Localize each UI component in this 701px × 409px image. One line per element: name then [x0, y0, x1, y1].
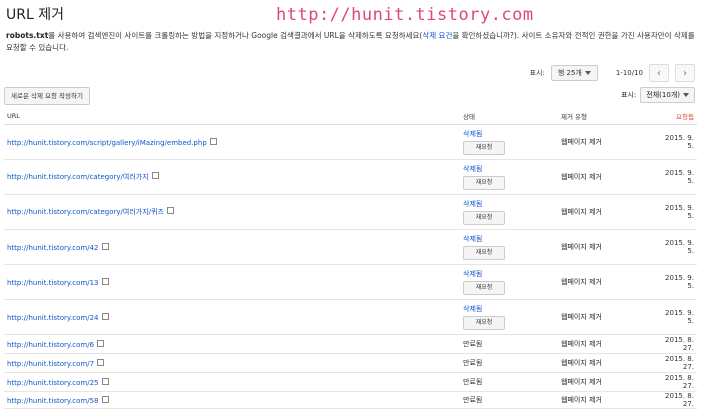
row-url-link[interactable]: http://hunit.tistory.com/25 [7, 379, 99, 387]
table-row: http://hunit.tistory.com/25 만료됨 웹페이지 제거 … [4, 372, 697, 392]
description-text: 를 사용하여 검색엔진이 사이트를 크롤링하는 방법을 지정하거나 Google… [48, 31, 423, 40]
status-text: 만료됨 [460, 391, 558, 409]
chevron-left-icon: ‹ [657, 67, 661, 79]
prev-page-button[interactable]: ‹ [649, 64, 669, 82]
row-url-link[interactable]: http://hunit.tistory.com/category/여러가지/퀴… [7, 208, 164, 216]
status-link[interactable]: 삭제됨 [463, 269, 555, 279]
request-date: 2015. 8. 27. [654, 391, 697, 409]
filter-select[interactable]: 전체(10개) [640, 87, 695, 103]
removal-type: 웹페이지 제거 [558, 334, 654, 354]
rows-per-page-label: 표시: [529, 69, 545, 77]
removal-requirements-link[interactable]: 삭제 요건 [422, 31, 452, 40]
table-row: http://hunit.tistory.com/category/여러가지 삭… [4, 159, 697, 195]
table-row: http://hunit.tistory.com/24 삭제됨재요청 웹페이지 … [4, 299, 697, 335]
table-row: http://hunit.tistory.com/13 삭제됨재요청 웹페이지 … [4, 264, 697, 300]
resubmit-button[interactable]: 재요청 [463, 281, 505, 295]
removal-type: 웹페이지 제거 [558, 159, 654, 195]
resubmit-button[interactable]: 재요청 [463, 211, 505, 225]
request-date: 2015. 8. 27. [654, 334, 697, 354]
watermark-text: http://hunit.tistory.com [276, 5, 534, 25]
removal-type: 웹페이지 제거 [558, 229, 654, 265]
request-date: 2015. 9. 5. [654, 264, 697, 300]
row-url-link[interactable]: http://hunit.tistory.com/script/gallery/… [7, 139, 207, 147]
status-text: 만료됨 [460, 353, 558, 373]
page-description: robots.txt를 사용하여 검색엔진이 사이트를 크롤링하는 방법을 지정… [6, 30, 696, 54]
column-header-url[interactable]: URL [4, 108, 460, 125]
row-url-link[interactable]: http://hunit.tistory.com/6 [7, 341, 94, 349]
resubmit-button[interactable]: 재요청 [463, 246, 505, 260]
removal-type: 웹페이지 제거 [558, 391, 654, 409]
robots-txt-link[interactable]: robots.txt [6, 31, 48, 40]
status-text: 만료됨 [460, 372, 558, 392]
table-row: http://hunit.tistory.com/6 만료됨 웹페이지 제거 2… [4, 334, 697, 354]
row-url-link[interactable]: http://hunit.tistory.com/category/여러가지 [7, 173, 149, 181]
removal-type: 웹페이지 제거 [558, 194, 654, 230]
resubmit-button[interactable]: 재요청 [463, 141, 505, 155]
table-row: http://hunit.tistory.com/category/여러가지/퀴… [4, 194, 697, 230]
chevron-down-icon [584, 71, 591, 75]
row-url-link[interactable]: http://hunit.tistory.com/58 [7, 397, 99, 405]
column-header-status[interactable]: 상태 [460, 108, 558, 125]
external-link-icon[interactable] [97, 339, 105, 347]
page-range: 1-10/10 [615, 69, 643, 77]
column-header-date[interactable]: 요청됨 [654, 108, 697, 125]
request-date: 2015. 9. 5. [654, 299, 697, 335]
row-url-link[interactable]: http://hunit.tistory.com/24 [7, 314, 99, 322]
status-link[interactable]: 삭제됨 [463, 199, 555, 209]
status-link[interactable]: 삭제됨 [463, 129, 555, 139]
external-link-icon[interactable] [166, 207, 174, 214]
status-link[interactable]: 삭제됨 [463, 234, 555, 244]
next-page-button[interactable]: › [675, 64, 695, 82]
column-header-type[interactable]: 제거 유형 [558, 108, 654, 125]
resubmit-button[interactable]: 재요청 [463, 316, 505, 330]
external-link-icon[interactable] [101, 277, 109, 285]
external-link-icon[interactable] [101, 242, 109, 250]
filter-label: 표시: [621, 91, 637, 99]
row-url-link[interactable]: http://hunit.tistory.com/7 [7, 360, 94, 368]
status-link[interactable]: 삭제됨 [463, 164, 555, 174]
pagination-bar: 표시: 행 25개 1-10/10 ‹ › [530, 64, 695, 82]
filter-value: 전체(10개) [646, 91, 680, 99]
table-row: http://hunit.tistory.com/42 삭제됨재요청 웹페이지 … [4, 229, 697, 265]
request-date: 2015. 9. 5. [654, 194, 697, 230]
table-row: http://hunit.tistory.com/7 만료됨 웹페이지 제거 2… [4, 353, 697, 373]
external-link-icon[interactable] [209, 137, 217, 145]
chevron-down-icon [683, 93, 689, 97]
status-text: 만료됨 [460, 334, 558, 354]
new-removal-request-button[interactable]: 새로운 삭제 요청 작성하기 [4, 87, 90, 105]
external-link-icon[interactable] [101, 312, 109, 320]
table-row: http://hunit.tistory.com/script/gallery/… [4, 124, 697, 160]
request-date: 2015. 9. 5. [654, 159, 697, 195]
removal-type: 웹페이지 제거 [558, 264, 654, 300]
request-date: 2015. 8. 27. [654, 353, 697, 373]
rows-per-page-value: 행 25개 [557, 69, 582, 77]
row-url-link[interactable]: http://hunit.tistory.com/13 [7, 279, 99, 287]
removal-type: 웹페이지 제거 [558, 299, 654, 335]
request-date: 2015. 8. 27. [654, 372, 697, 392]
removal-requests-table: URL 상태 제거 유형 요청됨 http://hunit.tistory.co… [4, 108, 697, 409]
row-url-link[interactable]: http://hunit.tistory.com/42 [7, 244, 99, 252]
page-title: URL 제거 [6, 7, 64, 23]
external-link-icon[interactable] [101, 377, 109, 385]
status-filter: 표시: 전체(10개) [621, 87, 695, 103]
chevron-right-icon: › [683, 67, 687, 79]
table-row: http://hunit.tistory.com/58 만료됨 웹페이지 제거 … [4, 391, 697, 409]
resubmit-button[interactable]: 재요청 [463, 176, 505, 190]
request-date: 2015. 9. 5. [654, 229, 697, 265]
removal-type: 웹페이지 제거 [558, 124, 654, 160]
external-link-icon[interactable] [151, 172, 159, 179]
removal-type: 웹페이지 제거 [558, 372, 654, 392]
rows-per-page-select[interactable]: 행 25개 [550, 65, 598, 81]
external-link-icon[interactable] [101, 395, 109, 403]
request-date: 2015. 9. 5. [654, 124, 697, 160]
toolbar: 새로운 삭제 요청 작성하기 표시: 전체(10개) [4, 87, 695, 105]
removal-type: 웹페이지 제거 [558, 353, 654, 373]
external-link-icon[interactable] [97, 358, 105, 366]
status-link[interactable]: 삭제됨 [463, 304, 555, 314]
